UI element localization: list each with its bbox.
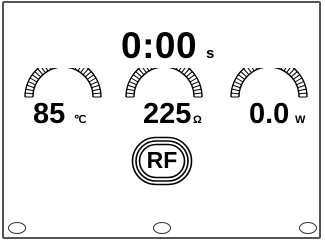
right-softkey-button[interactable]: [299, 222, 317, 234]
left-softkey-button[interactable]: [8, 222, 26, 234]
gauge-tick: [84, 71, 92, 78]
temperature-unit: ℃: [74, 114, 87, 126]
gauge-tick: [41, 68, 46, 74]
gauge-tick: [74, 68, 77, 70]
gauge-tick: [31, 74, 40, 80]
gauge-tick: [294, 77, 303, 83]
gauge-tick: [29, 77, 38, 83]
gauge-tick: [90, 81, 98, 86]
gauge-tick: [135, 71, 143, 78]
gauge-tick: [86, 74, 95, 80]
gauge-tick: [183, 68, 190, 76]
temperature-value: 85: [33, 98, 66, 130]
gauge-tick: [91, 84, 100, 89]
impedance-value: 225: [143, 98, 192, 130]
impedance-unit: Ω: [193, 114, 202, 126]
gauge-tick: [298, 92, 307, 95]
gauge-tick: [178, 68, 182, 72]
power-gauge-icon: [230, 68, 308, 98]
gauge-tick: [127, 84, 136, 89]
gauge-tick: [240, 71, 248, 78]
gauge-tick: [231, 92, 240, 95]
gauge-tick: [45, 68, 49, 72]
gauge-tick: [92, 88, 101, 92]
gauge-tick: [292, 74, 301, 80]
gauge-tick: [175, 68, 178, 70]
gauge-tick: [132, 74, 141, 80]
gauge-tick: [28, 81, 36, 86]
gauge-tick: [286, 68, 291, 74]
gauge-tick: [25, 88, 34, 92]
gauge-tick: [138, 68, 145, 76]
timer-value: 0:00: [121, 25, 198, 66]
center-softkey-button[interactable]: [153, 222, 171, 234]
gauge-tick: [243, 68, 250, 76]
gauge-tick: [192, 84, 201, 89]
gauge-tick: [80, 68, 85, 74]
gauge-tick: [232, 84, 241, 89]
gauge-tick: [193, 88, 202, 92]
gauge-tick: [193, 92, 202, 95]
gauge-tick: [237, 74, 246, 80]
gauge-tick: [231, 88, 240, 92]
gauge-tick: [187, 74, 196, 80]
gauge-tick: [92, 92, 101, 95]
gauge-tick: [290, 71, 298, 78]
gauge-tick: [34, 71, 42, 78]
gauge-tick: [150, 68, 153, 70]
gauge-tick: [288, 68, 295, 76]
power-value: 0.0: [249, 98, 290, 130]
gauge-tick: [255, 68, 258, 70]
gauge-tick: [129, 81, 137, 86]
gauge-tick: [88, 77, 97, 83]
gauge-tick: [26, 84, 35, 89]
gauge-tick: [181, 68, 186, 74]
rf-button-label: RF: [146, 147, 178, 173]
gauge-tick: [191, 81, 199, 86]
gauge-tick: [142, 68, 147, 74]
gauge-tick: [251, 68, 255, 72]
gauge-tick: [126, 88, 135, 92]
gauge-tick: [130, 77, 139, 83]
gauge-tick: [77, 68, 81, 72]
gauge-tick: [189, 77, 198, 83]
gauge-tick: [283, 68, 287, 72]
gauge-tick: [185, 71, 193, 78]
gauge-tick: [247, 68, 252, 74]
gauge-tick: [280, 68, 283, 70]
gauge-tick: [25, 92, 34, 95]
gauge-tick: [126, 92, 135, 95]
temperature-gauge-icon: [24, 68, 102, 98]
gauge-tick: [49, 68, 52, 70]
gauge-tick: [235, 77, 244, 83]
timer-unit: s: [206, 45, 215, 62]
impedance-gauge-icon: [125, 68, 203, 98]
gauge-tick: [146, 68, 150, 72]
gauge-tick: [234, 81, 242, 86]
gauge-tick: [37, 68, 44, 76]
gauge-tick: [82, 68, 89, 76]
gauge-tick: [297, 84, 306, 89]
gauge-tick: [298, 88, 307, 92]
gauge-tick: [296, 81, 304, 86]
power-unit: W: [295, 114, 306, 126]
